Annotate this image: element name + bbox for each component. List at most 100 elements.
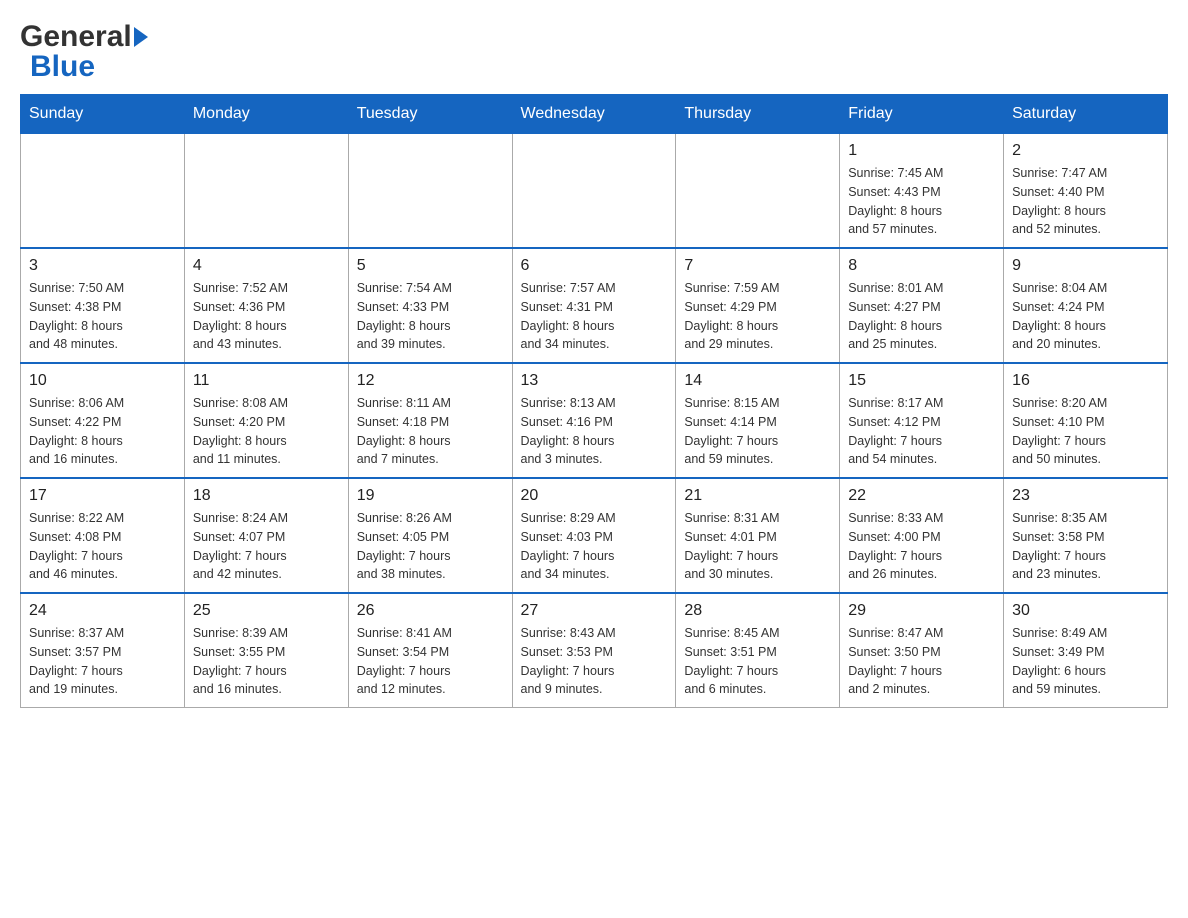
day-info: Sunrise: 8:49 AM Sunset: 3:49 PM Dayligh… — [1012, 624, 1159, 699]
day-info: Sunrise: 8:41 AM Sunset: 3:54 PM Dayligh… — [357, 624, 504, 699]
day-number: 12 — [357, 372, 504, 390]
calendar-cell: 12 Sunrise: 8:11 AM Sunset: 4:18 PM Dayli… — [348, 363, 512, 478]
calendar-cell: 25 Sunrise: 8:39 AM Sunset: 3:55 PM Dayli… — [184, 593, 348, 708]
day-number: 23 — [1012, 487, 1159, 505]
logo: General Blue — [20, 20, 148, 84]
day-info: Sunrise: 8:04 AM Sunset: 4:24 PM Dayligh… — [1012, 279, 1159, 354]
logo-general-text: General — [20, 20, 132, 54]
calendar-cell: 9 Sunrise: 8:04 AM Sunset: 4:24 PM Daylig… — [1004, 248, 1168, 363]
day-number: 18 — [193, 487, 340, 505]
calendar-cell: 7 Sunrise: 7:59 AM Sunset: 4:29 PM Daylig… — [676, 248, 840, 363]
calendar-cell: 11 Sunrise: 8:08 AM Sunset: 4:20 PM Dayli… — [184, 363, 348, 478]
day-number: 2 — [1012, 142, 1159, 160]
day-number: 15 — [848, 372, 995, 390]
day-number: 30 — [1012, 602, 1159, 620]
calendar-cell: 19Sunrise: 8:26 AM Sunset: 4:05 PM Dayli… — [348, 478, 512, 593]
weekday-header-saturday: Saturday — [1004, 95, 1168, 134]
day-info: Sunrise: 8:39 AM Sunset: 3:55 PM Dayligh… — [193, 624, 340, 699]
day-info: Sunrise: 7:57 AM Sunset: 4:31 PM Dayligh… — [521, 279, 668, 354]
day-info: Sunrise: 8:20 AM Sunset: 4:10 PM Dayligh… — [1012, 394, 1159, 469]
page-header: General Blue — [20, 20, 1168, 84]
day-number: 26 — [357, 602, 504, 620]
calendar-week-row: 3 Sunrise: 7:50 AM Sunset: 4:38 PM Daylig… — [21, 248, 1168, 363]
day-info: Sunrise: 8:01 AM Sunset: 4:27 PM Dayligh… — [848, 279, 995, 354]
day-number: 9 — [1012, 257, 1159, 275]
day-number: 17 — [29, 487, 176, 505]
day-info: Sunrise: 7:54 AM Sunset: 4:33 PM Dayligh… — [357, 279, 504, 354]
logo-arrow-icon — [134, 27, 148, 47]
calendar-cell: 26 Sunrise: 8:41 AM Sunset: 3:54 PM Dayli… — [348, 593, 512, 708]
calendar-cell: 10 Sunrise: 8:06 AM Sunset: 4:22 PM Dayli… — [21, 363, 185, 478]
day-number: 24 — [29, 602, 176, 620]
day-number: 16 — [1012, 372, 1159, 390]
calendar-table: SundayMondayTuesdayWednesdayThursdayFrid… — [20, 94, 1168, 708]
calendar-cell: 5 Sunrise: 7:54 AM Sunset: 4:33 PM Daylig… — [348, 248, 512, 363]
calendar-cell — [348, 134, 512, 249]
day-info: Sunrise: 7:52 AM Sunset: 4:36 PM Dayligh… — [193, 279, 340, 354]
day-info: Sunrise: 8:11 AM Sunset: 4:18 PM Dayligh… — [357, 394, 504, 469]
day-number: 5 — [357, 257, 504, 275]
calendar-cell: 30 Sunrise: 8:49 AM Sunset: 3:49 PM Dayli… — [1004, 593, 1168, 708]
day-info: Sunrise: 8:37 AM Sunset: 3:57 PM Dayligh… — [29, 624, 176, 699]
calendar-cell: 27 Sunrise: 8:43 AM Sunset: 3:53 PM Dayli… — [512, 593, 676, 708]
day-number: 21 — [684, 487, 831, 505]
day-number: 8 — [848, 257, 995, 275]
calendar-week-row: 10 Sunrise: 8:06 AM Sunset: 4:22 PM Dayli… — [21, 363, 1168, 478]
calendar-cell: 14 Sunrise: 8:15 AM Sunset: 4:14 PM Dayli… — [676, 363, 840, 478]
day-number: 11 — [193, 372, 340, 390]
day-info: Sunrise: 8:43 AM Sunset: 3:53 PM Dayligh… — [521, 624, 668, 699]
day-info: Sunrise: 8:47 AM Sunset: 3:50 PM Dayligh… — [848, 624, 995, 699]
calendar-cell: 13 Sunrise: 8:13 AM Sunset: 4:16 PM Dayli… — [512, 363, 676, 478]
weekday-header-thursday: Thursday — [676, 95, 840, 134]
day-info: Sunrise: 8:29 AM Sunset: 4:03 PM Dayligh… — [521, 509, 668, 584]
weekday-header-tuesday: Tuesday — [348, 95, 512, 134]
calendar-week-row: 24 Sunrise: 8:37 AM Sunset: 3:57 PM Dayli… — [21, 593, 1168, 708]
calendar-cell: 20 Sunrise: 8:29 AM Sunset: 4:03 PM Dayli… — [512, 478, 676, 593]
calendar-cell — [21, 134, 185, 249]
calendar-cell: 21Sunrise: 8:31 AM Sunset: 4:01 PM Dayli… — [676, 478, 840, 593]
weekday-header-friday: Friday — [840, 95, 1004, 134]
day-info: Sunrise: 8:08 AM Sunset: 4:20 PM Dayligh… — [193, 394, 340, 469]
day-info: Sunrise: 8:15 AM Sunset: 4:14 PM Dayligh… — [684, 394, 831, 469]
calendar-cell — [512, 134, 676, 249]
day-number: 28 — [684, 602, 831, 620]
day-number: 25 — [193, 602, 340, 620]
weekday-header-wednesday: Wednesday — [512, 95, 676, 134]
day-info: Sunrise: 7:45 AM Sunset: 4:43 PM Dayligh… — [848, 164, 995, 239]
day-number: 27 — [521, 602, 668, 620]
day-info: Sunrise: 8:06 AM Sunset: 4:22 PM Dayligh… — [29, 394, 176, 469]
calendar-cell: 23 Sunrise: 8:35 AM Sunset: 3:58 PM Dayli… — [1004, 478, 1168, 593]
day-info: Sunrise: 8:13 AM Sunset: 4:16 PM Dayligh… — [521, 394, 668, 469]
calendar-cell: 8 Sunrise: 8:01 AM Sunset: 4:27 PM Daylig… — [840, 248, 1004, 363]
logo-blue-text: Blue — [30, 50, 95, 84]
calendar-cell: 1 Sunrise: 7:45 AM Sunset: 4:43 PM Daylig… — [840, 134, 1004, 249]
day-info: Sunrise: 8:17 AM Sunset: 4:12 PM Dayligh… — [848, 394, 995, 469]
calendar-cell: 18 Sunrise: 8:24 AM Sunset: 4:07 PM Dayli… — [184, 478, 348, 593]
day-number: 29 — [848, 602, 995, 620]
calendar-week-row: 1 Sunrise: 7:45 AM Sunset: 4:43 PM Daylig… — [21, 134, 1168, 249]
calendar-cell — [184, 134, 348, 249]
calendar-cell: 4 Sunrise: 7:52 AM Sunset: 4:36 PM Daylig… — [184, 248, 348, 363]
weekday-header-sunday: Sunday — [21, 95, 185, 134]
day-number: 7 — [684, 257, 831, 275]
weekday-header-monday: Monday — [184, 95, 348, 134]
calendar-cell: 16 Sunrise: 8:20 AM Sunset: 4:10 PM Dayli… — [1004, 363, 1168, 478]
calendar-cell: 22Sunrise: 8:33 AM Sunset: 4:00 PM Dayli… — [840, 478, 1004, 593]
day-number: 22 — [848, 487, 995, 505]
day-info: Sunrise: 8:35 AM Sunset: 3:58 PM Dayligh… — [1012, 509, 1159, 584]
day-info: Sunrise: 8:24 AM Sunset: 4:07 PM Dayligh… — [193, 509, 340, 584]
calendar-cell: 28Sunrise: 8:45 AM Sunset: 3:51 PM Dayli… — [676, 593, 840, 708]
calendar-cell: 24 Sunrise: 8:37 AM Sunset: 3:57 PM Dayli… — [21, 593, 185, 708]
weekday-header-row: SundayMondayTuesdayWednesdayThursdayFrid… — [21, 95, 1168, 134]
day-number: 4 — [193, 257, 340, 275]
day-number: 3 — [29, 257, 176, 275]
calendar-cell: 29 Sunrise: 8:47 AM Sunset: 3:50 PM Dayli… — [840, 593, 1004, 708]
day-number: 6 — [521, 257, 668, 275]
day-info: Sunrise: 7:50 AM Sunset: 4:38 PM Dayligh… — [29, 279, 176, 354]
day-info: Sunrise: 7:59 AM Sunset: 4:29 PM Dayligh… — [684, 279, 831, 354]
day-number: 10 — [29, 372, 176, 390]
day-number: 20 — [521, 487, 668, 505]
day-number: 13 — [521, 372, 668, 390]
day-number: 14 — [684, 372, 831, 390]
day-number: 1 — [848, 142, 995, 160]
